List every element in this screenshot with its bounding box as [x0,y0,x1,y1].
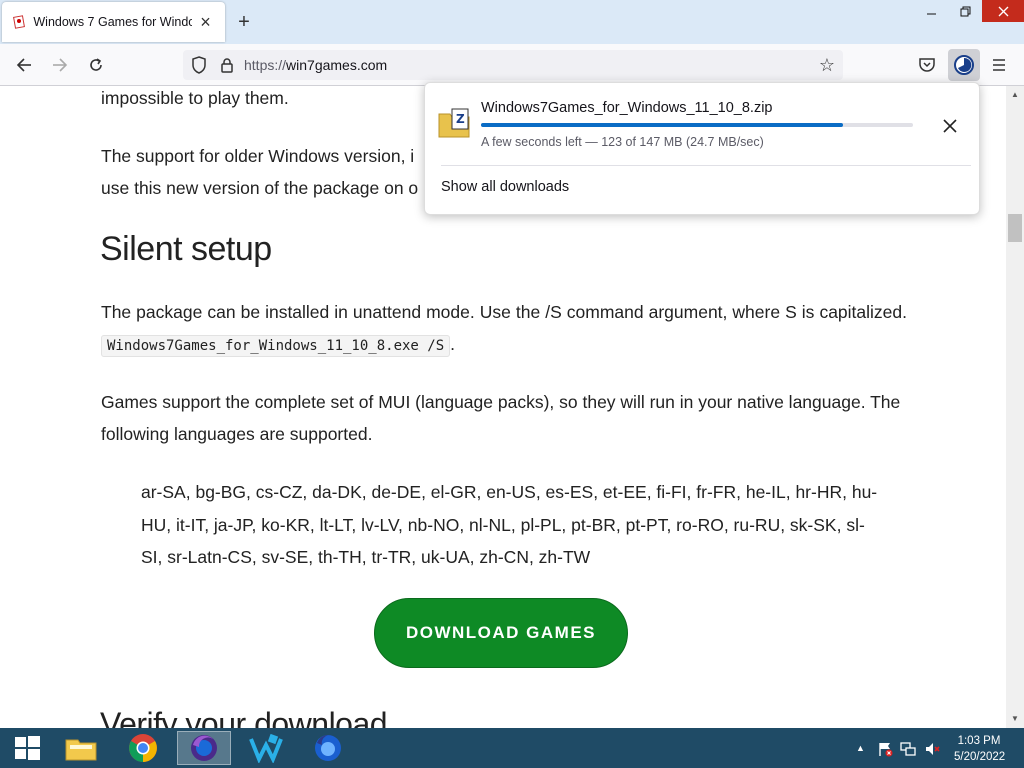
download-progress-bar [481,123,913,127]
scroll-up-arrow-icon[interactable]: ▲ [1010,90,1020,100]
firefox-icon [315,734,341,761]
hamburger-menu-icon[interactable] [988,54,1010,76]
vertical-scrollbar[interactable]: ▲ ▼ [1006,86,1024,728]
paragraph-mui: Games support the complete set of MUI (l… [101,392,901,444]
taskbar-clock[interactable]: 1:03 PM 5/20/2022 [954,733,1006,765]
chrome-icon [129,734,157,762]
minimize-button[interactable] [914,0,948,22]
heading-silent-setup: Silent setup [100,230,272,268]
firefox-nightly-icon [191,735,217,761]
downloads-button[interactable] [948,49,980,81]
winaero-tweaker-icon [249,733,283,763]
taskbar-firefox[interactable] [301,731,355,765]
download-filename: Windows7Games_for_Windows_11_10_8.zip [481,100,773,116]
reload-icon [90,58,102,71]
taskbar-firefox-active[interactable] [177,731,231,765]
windows-taskbar: ▲ 1:03 PM 5/20/2022 [0,728,1024,768]
windows-logo-icon [15,736,40,760]
pocket-icon[interactable] [916,54,938,76]
close-window-button[interactable] [982,0,1024,22]
back-arrow-icon [16,58,31,72]
download-status: A few seconds left — 123 of 147 MB (24.7… [481,135,764,149]
clock-date: 5/20/2022 [954,751,1006,763]
system-tray: ▲ 1:03 PM 5/20/2022 [844,728,1024,768]
tab-strip: Windows 7 Games for Windows 11 × + [0,0,1024,44]
minimize-icon [926,13,936,14]
reload-button[interactable] [84,53,108,77]
lock-icon[interactable] [220,57,234,73]
url-text[interactable]: https://win7games.com [244,57,387,73]
tab-win7games[interactable]: Windows 7 Games for Windows 11 × [2,2,225,42]
show-all-downloads-link[interactable]: Show all downloads [441,179,569,195]
volume-muted-icon[interactable] [924,741,940,757]
svg-text:Z: Z [456,112,465,126]
url-domain: win7games.com [286,57,388,73]
silent-setup-period: . [450,334,456,354]
bookmark-star-icon[interactable]: ☆ [819,55,835,76]
tracking-protection-shield-icon[interactable] [191,56,207,74]
back-button[interactable] [12,53,36,77]
close-icon [998,6,1008,16]
taskbar-chrome[interactable] [116,731,170,765]
close-icon [943,119,957,133]
tab-close-icon[interactable]: × [196,12,215,32]
show-hidden-icons-chevron-icon[interactable]: ▲ [856,743,872,759]
downloads-panel: Z Windows7Games_for_Windows_11_10_8.zip … [424,82,980,215]
forward-button[interactable] [48,53,72,77]
network-icon[interactable] [900,741,916,757]
start-button[interactable] [0,731,54,765]
navigation-toolbar: https://win7games.com ☆ [0,44,1024,86]
folder-icon [65,739,97,761]
url-protocol: https:// [244,57,287,73]
download-progress-icon [954,55,974,75]
zip-file-icon: Z [438,108,470,138]
taskbar-winaero[interactable] [239,731,293,765]
download-progress-fill [481,123,843,127]
forward-arrow-icon [53,58,68,72]
new-tab-button[interactable]: + [234,12,254,32]
clock-time: 1:03 PM [957,735,1001,747]
heading-verify-download: Verify your download [100,706,388,728]
scrollbar-thumb[interactable] [1008,214,1022,242]
downloads-divider [441,165,971,166]
languages-list: ar-SA, bg-BG, cs-CZ, da-DK, de-DE, el-GR… [141,482,878,567]
taskbar-file-explorer[interactable] [54,731,108,765]
silent-command-code: Windows7Games_for_Windows_11_10_8.exe /S [101,335,451,357]
cancel-download-button[interactable] [939,115,961,137]
paragraph-silent-setup: The package can be installed in unattend… [101,296,907,362]
download-games-button[interactable]: DOWNLOAD GAMES [374,598,628,668]
action-center-flag-icon[interactable] [877,741,893,757]
restore-button[interactable] [948,0,982,22]
window-controls [914,0,1024,22]
site-favicon-icon [12,15,25,29]
restore-icon [960,6,970,16]
tab-title: Windows 7 Games for Windows 11 [33,15,192,29]
scroll-down-arrow-icon[interactable]: ▼ [1010,714,1020,724]
silent-setup-text: The package can be installed in unattend… [101,302,907,322]
address-bar[interactable]: https://win7games.com ☆ [183,50,843,80]
